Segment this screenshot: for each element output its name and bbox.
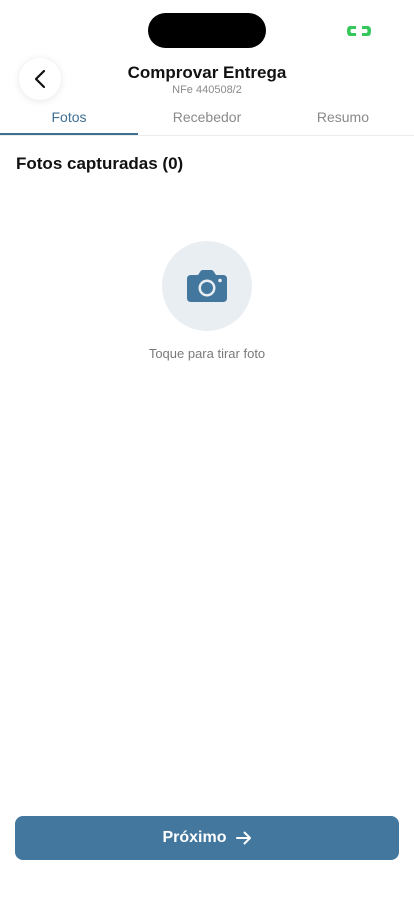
arrow-right-icon — [235, 831, 252, 845]
tab-resumo[interactable]: Resumo — [276, 105, 414, 134]
next-button[interactable]: Próximo — [15, 816, 399, 860]
tab-recebedor[interactable]: Recebedor — [138, 105, 276, 134]
page-subtitle: NFe 440508/2 — [172, 84, 242, 96]
camera-icon — [186, 269, 228, 303]
page-title: Comprovar Entrega — [127, 63, 287, 82]
tab-bar: Fotos Recebedor Resumo — [0, 105, 414, 136]
photos-section-title: Fotos capturadas (0) — [16, 154, 184, 173]
next-button-label: Próximo — [162, 829, 227, 846]
take-photo-button[interactable] — [162, 241, 252, 331]
tab-fotos[interactable]: Fotos — [0, 105, 138, 135]
status-indicator-icon — [346, 24, 372, 36]
dynamic-island — [148, 13, 266, 48]
camera-hint: Toque para tirar foto — [148, 346, 266, 361]
